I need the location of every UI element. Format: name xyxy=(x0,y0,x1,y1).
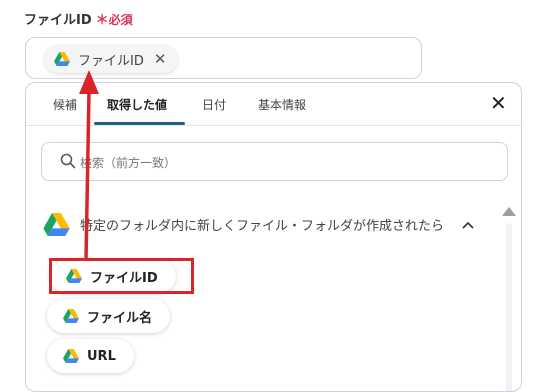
annotation-arrow xyxy=(79,70,99,261)
